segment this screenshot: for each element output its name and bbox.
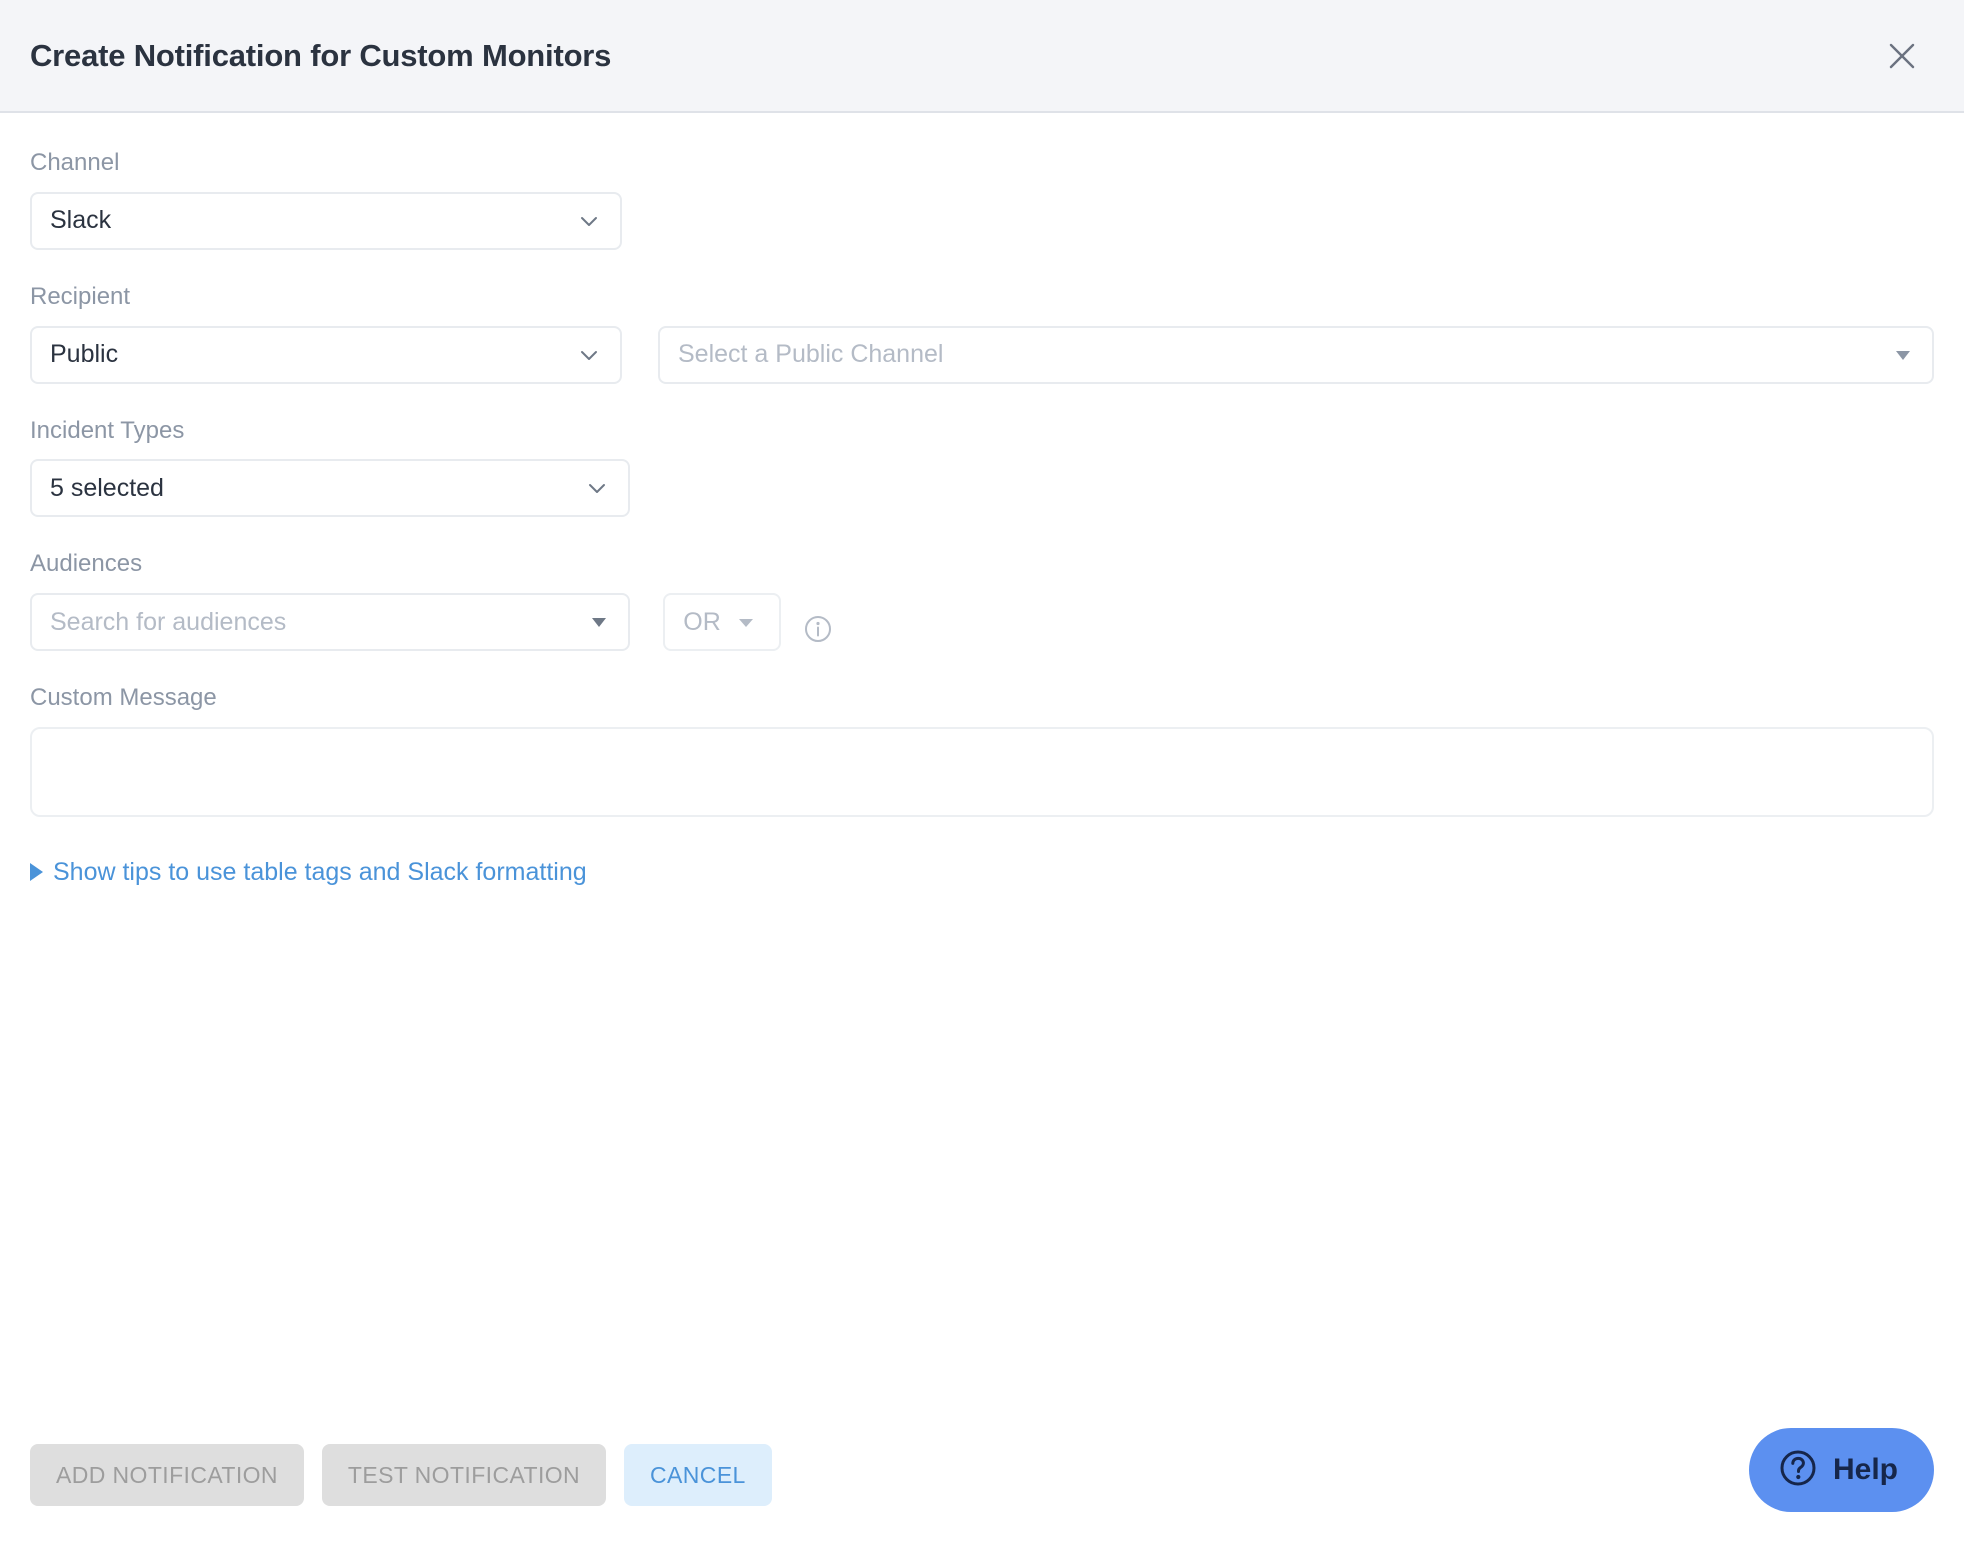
help-label: Help xyxy=(1832,1453,1898,1486)
recipient-row: Public Select a Public Channel xyxy=(30,325,1934,384)
chevron-down-icon xyxy=(572,204,606,238)
channel-select-value: Slack xyxy=(50,206,112,235)
incident-types-label: Incident Types xyxy=(30,416,185,444)
audiences-label: Audiences xyxy=(30,550,143,578)
cancel-button[interactable]: CANCEL xyxy=(624,1444,772,1506)
custom-message-textarea[interactable] xyxy=(30,726,1934,817)
audience-operator-select[interactable]: OR xyxy=(663,593,781,652)
modal-header: Create Notification for Custom Monitors xyxy=(0,0,1964,113)
public-channel-placeholder: Select a Public Channel xyxy=(678,340,944,369)
audiences-search-placeholder: Search for audiences xyxy=(50,607,287,636)
modal-body: Channel Slack Recipient Public Select a … xyxy=(0,113,1964,1544)
create-notification-modal: Create Notification for Custom Monitors … xyxy=(0,0,1964,1544)
custom-message-label: Custom Message xyxy=(30,684,217,712)
show-tips-toggle[interactable]: Show tips to use table tags and Slack fo… xyxy=(30,858,587,887)
question-circle-icon xyxy=(1777,1447,1819,1494)
audiences-search-input[interactable]: Search for audiences xyxy=(30,593,630,652)
test-notification-button[interactable]: TEST NOTIFICATION xyxy=(321,1444,607,1506)
channel-select[interactable]: Slack xyxy=(30,191,622,250)
public-channel-select[interactable]: Select a Public Channel xyxy=(658,325,1934,384)
incident-types-select[interactable]: 5 selected xyxy=(30,459,630,518)
triangle-right-icon xyxy=(30,863,43,882)
chevron-down-icon xyxy=(572,338,606,372)
channel-label: Channel xyxy=(30,149,120,176)
close-icon[interactable] xyxy=(1880,34,1924,78)
triangle-down-icon xyxy=(1888,340,1918,370)
recipient-select[interactable]: Public xyxy=(30,325,622,384)
triangle-down-icon xyxy=(584,607,614,637)
triangle-down-icon xyxy=(731,607,761,637)
recipient-select-value: Public xyxy=(50,340,119,369)
modal-footer: ADD NOTIFICATION TEST NOTIFICATION CANCE… xyxy=(0,1430,1964,1544)
audiences-row: Search for audiences OR xyxy=(30,593,1934,652)
incident-types-value: 5 selected xyxy=(50,473,164,502)
recipient-label: Recipient xyxy=(30,282,131,310)
add-notification-button[interactable]: ADD NOTIFICATION xyxy=(30,1444,304,1506)
help-button[interactable]: Help xyxy=(1748,1428,1934,1512)
show-tips-label: Show tips to use table tags and Slack fo… xyxy=(53,857,587,886)
chevron-down-icon xyxy=(580,471,614,505)
audience-operator-value: OR xyxy=(683,607,721,636)
info-circle-icon[interactable] xyxy=(803,614,833,644)
page-title: Create Notification for Custom Monitors xyxy=(30,37,612,73)
